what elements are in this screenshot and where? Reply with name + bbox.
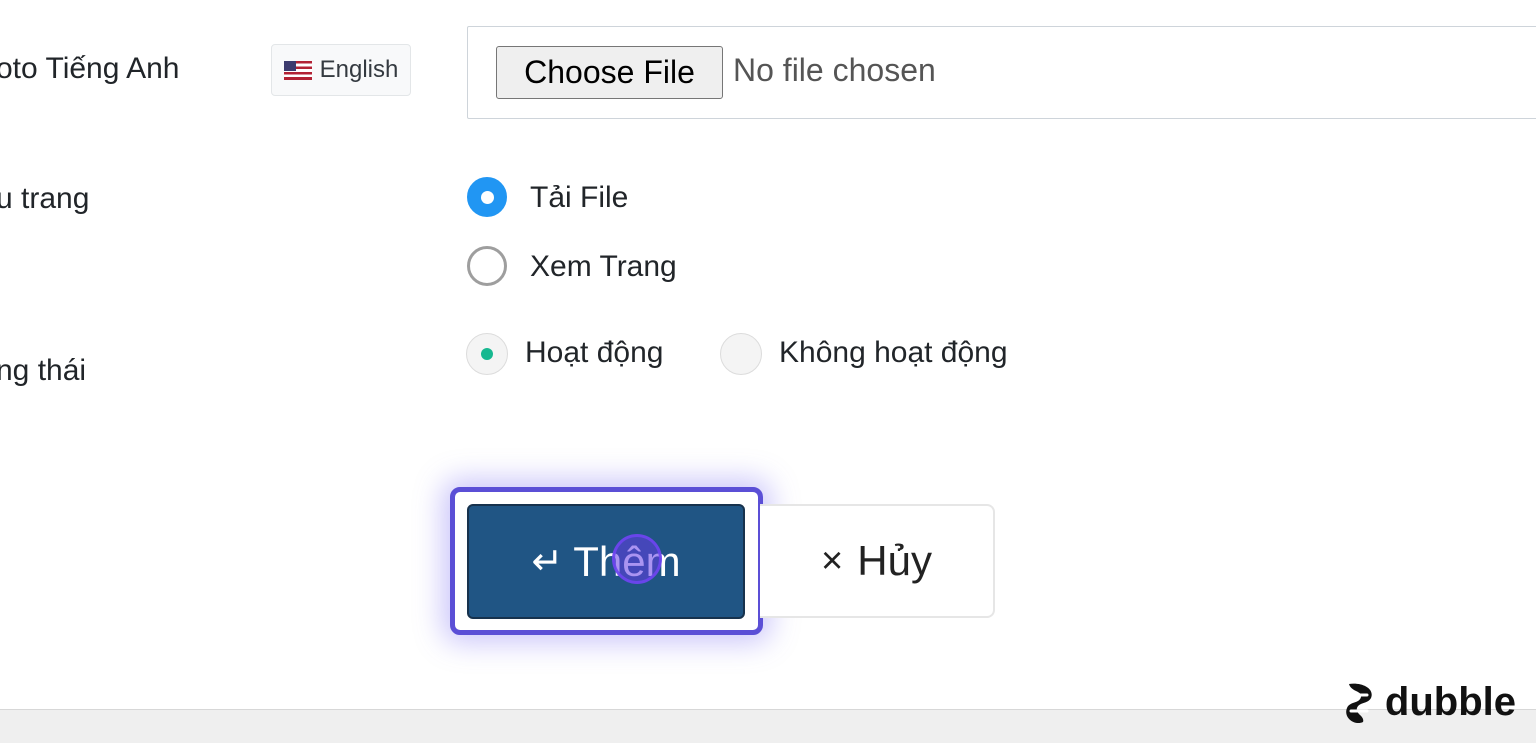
add-button[interactable]: ↵ Thêm bbox=[467, 504, 745, 619]
photo-english-label: oto Tiếng Anh bbox=[0, 52, 180, 85]
radio-status-inactive[interactable] bbox=[720, 333, 762, 375]
radio-view-page-label[interactable]: Xem Trang bbox=[530, 250, 677, 284]
form-page: oto Tiếng Anh English Choose File No fil… bbox=[0, 0, 1536, 743]
radio-status-active-label[interactable]: Hoạt động bbox=[525, 336, 663, 370]
radio-status-inactive-label[interactable]: Không hoạt động bbox=[779, 336, 1008, 370]
choose-file-button[interactable]: Choose File bbox=[496, 46, 723, 99]
footer-bar bbox=[0, 709, 1536, 743]
language-badge: English bbox=[271, 44, 411, 96]
radio-status-active[interactable] bbox=[466, 333, 508, 375]
close-icon: × bbox=[821, 540, 844, 582]
radio-view-page[interactable] bbox=[467, 246, 507, 286]
file-status-text: No file chosen bbox=[733, 52, 936, 88]
dubble-brand-text: dubble bbox=[1384, 680, 1516, 724]
us-flag-icon bbox=[283, 60, 312, 80]
dubble-logo-icon bbox=[1341, 682, 1377, 724]
click-cursor-indicator bbox=[612, 534, 662, 584]
language-badge-label: English bbox=[319, 56, 399, 83]
cancel-button[interactable]: × Hủy bbox=[760, 504, 995, 618]
enter-icon: ↵ bbox=[531, 540, 564, 583]
page-type-label: u trang bbox=[0, 182, 90, 215]
status-label: ng thái bbox=[0, 354, 87, 387]
cancel-button-label: Hủy bbox=[857, 537, 932, 584]
radio-download-file[interactable] bbox=[467, 177, 507, 217]
dubble-watermark: dubble bbox=[1341, 680, 1516, 725]
radio-download-file-label[interactable]: Tải File bbox=[530, 181, 628, 215]
